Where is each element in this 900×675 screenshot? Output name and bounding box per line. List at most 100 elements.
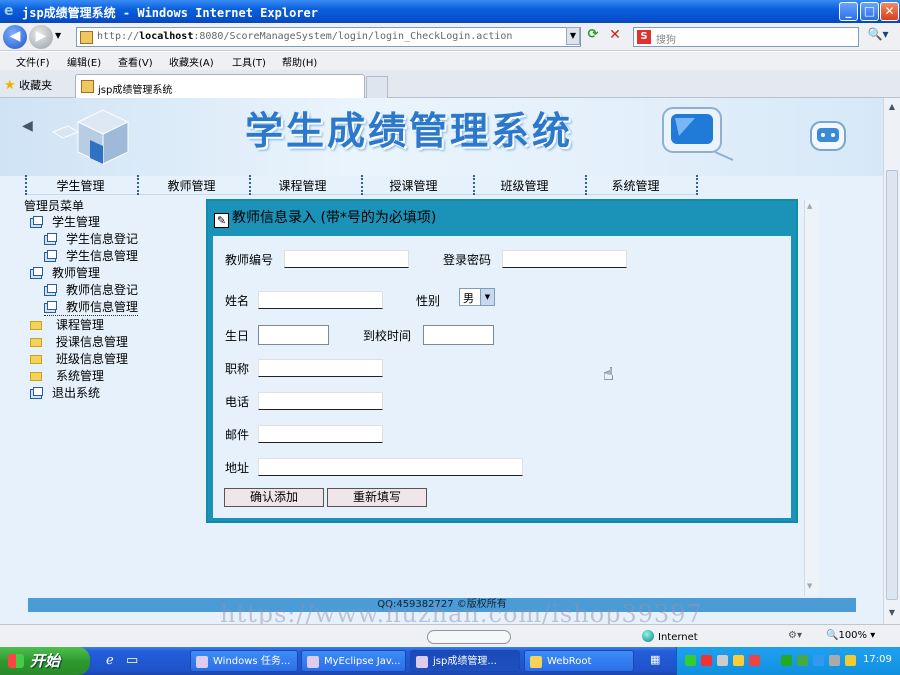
tray-app-icon[interactable] bbox=[685, 655, 696, 666]
address-input[interactable] bbox=[258, 458, 523, 476]
taskbar: 开始 ℯ ▭ Windows 任务... MyEclipse Jav... js… bbox=[0, 647, 900, 675]
scroll-down-icon[interactable]: ▼ bbox=[886, 608, 898, 620]
tray-app-icon[interactable] bbox=[701, 655, 712, 666]
tray-app-icon[interactable] bbox=[797, 655, 808, 666]
sidebar-item-student-register[interactable]: 学生信息登记 bbox=[44, 230, 138, 247]
back-button[interactable]: ◀ bbox=[3, 25, 27, 49]
sidebar-item-teacher-register[interactable]: 教师信息登记 bbox=[44, 281, 138, 298]
protected-mode-icon[interactable]: ⚙▾ bbox=[788, 630, 802, 641]
show-desktop-icon[interactable]: ▦ bbox=[650, 653, 660, 666]
title-input[interactable] bbox=[258, 359, 383, 377]
title-label: 职称 bbox=[225, 362, 250, 376]
arrival-input[interactable] bbox=[423, 325, 494, 345]
tab-active[interactable]: jsp成绩管理系统 bbox=[75, 74, 365, 98]
phone-input[interactable] bbox=[258, 392, 383, 410]
zoom-control[interactable]: 🔍100% ▾ bbox=[826, 630, 875, 641]
page-scrollbar[interactable]: ▲ ▼ bbox=[883, 98, 900, 624]
ie-logo-icon: e bbox=[4, 3, 14, 19]
arrow-left-icon: ◀ bbox=[22, 118, 33, 134]
tray-shield-icon[interactable] bbox=[845, 655, 856, 666]
ie-quicklaunch-icon[interactable]: ℯ bbox=[106, 653, 114, 668]
page-icon bbox=[44, 232, 57, 245]
menu-tools[interactable]: 工具(T) bbox=[232, 54, 266, 69]
scroll-thumb[interactable] bbox=[886, 170, 898, 600]
refresh-icon[interactable]: ⟳ bbox=[584, 27, 602, 45]
address-dropdown-icon[interactable]: ▼ bbox=[566, 27, 580, 45]
menu-help[interactable]: 帮助(H) bbox=[282, 54, 317, 69]
scroll-up-icon[interactable]: ▲ bbox=[807, 202, 812, 210]
email-label: 邮件 bbox=[225, 428, 250, 442]
tray-app-icon[interactable] bbox=[829, 655, 840, 666]
reset-button[interactable]: 重新填写 bbox=[327, 488, 427, 507]
nav-teaching[interactable]: 授课管理 bbox=[358, 177, 469, 194]
sex-select[interactable]: 男 ▼ bbox=[459, 288, 495, 306]
tray-network-icon[interactable] bbox=[717, 655, 728, 666]
maximize-button[interactable]: □ bbox=[860, 2, 879, 21]
tray-qq-icon[interactable] bbox=[749, 655, 760, 666]
page-icon bbox=[30, 386, 43, 399]
nav-system[interactable]: 系统管理 bbox=[580, 177, 691, 194]
search-engine-icon: S bbox=[637, 30, 651, 44]
arrival-label: 到校时间 bbox=[363, 329, 412, 343]
task-webroot-folder[interactable]: WebRoot bbox=[524, 650, 634, 672]
sidebar-item-system[interactable]: 系统管理 bbox=[30, 367, 104, 384]
nav-student[interactable]: 学生管理 bbox=[25, 177, 136, 194]
menu-bar: 文件(F) 编辑(E) 查看(V) 收藏夹(A) 工具(T) 帮助(H) bbox=[0, 52, 900, 70]
menu-favorites[interactable]: 收藏夹(A) bbox=[169, 54, 214, 69]
menu-view[interactable]: 查看(V) bbox=[118, 54, 153, 69]
new-tab-button[interactable] bbox=[366, 76, 388, 98]
address-bar[interactable]: http://localhost:8080/ScoreManageSystem/… bbox=[76, 27, 581, 47]
teacher-form-panel: ✎ 教师信息录入 (带*号的为必填项) 教师编号 登录密码 姓名 性别 男 ▼ 生… bbox=[206, 199, 798, 523]
window-title-bar[interactable]: e jsp成绩管理系统 - Windows Internet Explorer … bbox=[0, 0, 900, 23]
menu-file[interactable]: 文件(F) bbox=[16, 54, 50, 69]
form-body: 教师编号 登录密码 姓名 性别 男 ▼ 生日 到校时间 职称 电话 邮件 地址 bbox=[213, 236, 791, 518]
scroll-up-icon[interactable]: ▲ bbox=[886, 102, 898, 114]
nav-class[interactable]: 班级管理 bbox=[469, 177, 580, 194]
start-button[interactable]: 开始 bbox=[0, 647, 90, 675]
sidebar-item-logout[interactable]: 退出系统 bbox=[30, 384, 100, 401]
content-scrollbar[interactable]: ▲ ▼ bbox=[804, 200, 818, 596]
scroll-down-icon[interactable]: ▼ bbox=[807, 582, 812, 590]
page-icon bbox=[44, 300, 57, 313]
nav-course[interactable]: 课程管理 bbox=[247, 177, 358, 194]
name-input[interactable] bbox=[258, 291, 383, 309]
favorites-button[interactable]: ★ 收藏夹 bbox=[4, 77, 52, 93]
tray-app-icon[interactable] bbox=[733, 655, 744, 666]
birthday-input[interactable] bbox=[258, 325, 329, 345]
teacher-id-input[interactable] bbox=[284, 250, 409, 268]
sidebar-item-teacher-manage[interactable]: 教师信息管理 bbox=[44, 298, 139, 316]
tray-app-icon[interactable] bbox=[781, 655, 792, 666]
sidebar-item-course[interactable]: 课程管理 bbox=[30, 316, 104, 333]
nav-teacher[interactable]: 教师管理 bbox=[136, 177, 247, 194]
task-windows-task-manager[interactable]: Windows 任务... bbox=[190, 650, 298, 672]
page-viewport: 学生成绩管理系统 ◀ 学生管理 教师管理 课程管理 授课管理 班级管理 系统管理… bbox=[0, 98, 883, 624]
task-myeclipse[interactable]: MyEclipse Jav... bbox=[301, 650, 406, 672]
email-input[interactable] bbox=[258, 425, 383, 443]
menu-edit[interactable]: 编辑(E) bbox=[67, 54, 101, 69]
windows-logo-icon bbox=[8, 654, 24, 668]
stop-icon[interactable]: ✕ bbox=[606, 27, 624, 45]
folder-quicklaunch-icon[interactable]: ▭ bbox=[126, 653, 138, 668]
banner: 学生成绩管理系统 ◀ bbox=[0, 98, 883, 176]
search-input[interactable]: S 搜狗 bbox=[633, 27, 859, 47]
close-button[interactable]: ✕ bbox=[880, 2, 899, 21]
task-ie-browser[interactable]: jsp成绩管理... bbox=[410, 650, 520, 672]
folder-icon bbox=[30, 321, 42, 330]
banner-title: 学生成绩管理系统 bbox=[245, 109, 574, 153]
forward-button[interactable]: ▶ bbox=[29, 25, 53, 49]
password-input[interactable] bbox=[502, 250, 627, 268]
sidebar-item-class[interactable]: 班级信息管理 bbox=[30, 350, 128, 367]
progress-bar bbox=[427, 630, 511, 644]
search-icon[interactable]: 🔍▾ bbox=[862, 27, 894, 47]
sidebar-item-student[interactable]: 学生管理 bbox=[30, 213, 100, 230]
history-dropdown-icon[interactable]: ▼ bbox=[55, 31, 61, 40]
tab-bar: ★ 收藏夹 jsp成绩管理系统 bbox=[0, 70, 900, 98]
sidebar-item-teaching[interactable]: 授课信息管理 bbox=[30, 333, 128, 350]
sidebar-item-student-manage[interactable]: 学生信息管理 bbox=[44, 247, 138, 264]
sidebar-item-teacher[interactable]: 教师管理 bbox=[30, 264, 100, 281]
main-nav: 学生管理 教师管理 课程管理 授课管理 班级管理 系统管理 bbox=[25, 175, 698, 195]
tray-app-icon[interactable] bbox=[813, 655, 824, 666]
submit-button[interactable]: 确认添加 bbox=[224, 488, 324, 507]
minimize-button[interactable]: _ bbox=[839, 2, 858, 21]
edit-icon: ✎ bbox=[214, 213, 229, 228]
